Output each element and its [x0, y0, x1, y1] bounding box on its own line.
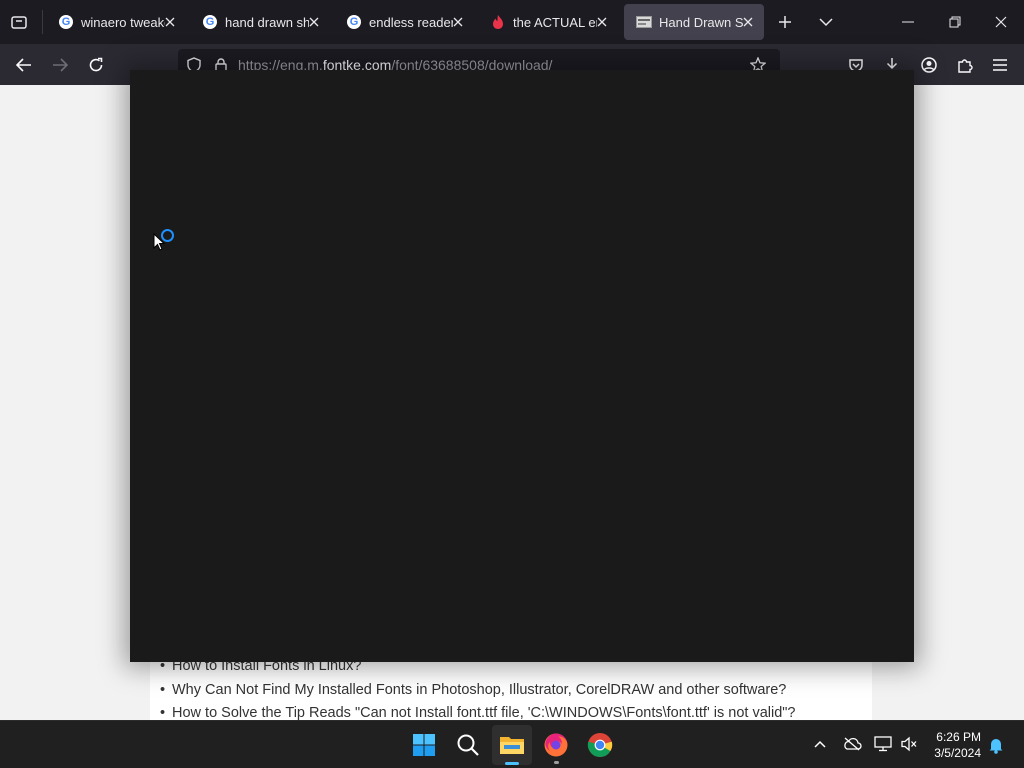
clock-date: 3/5/2024: [934, 746, 981, 760]
taskbar-clock[interactable]: 6:26 PM 3/5/2024: [934, 729, 981, 761]
back-arrow-icon[interactable]: [12, 53, 36, 77]
onedrive-offline-icon[interactable]: [841, 734, 863, 754]
close-icon[interactable]: [162, 14, 178, 30]
tab-title: hand drawn shapes: [225, 14, 309, 30]
running-app-indicator: [554, 761, 559, 764]
tab-hand-drawn-shapes-search[interactable]: G hand drawn shapes: [190, 4, 330, 40]
restore-icon[interactable]: [943, 11, 967, 33]
chrome-icon[interactable]: [580, 725, 620, 765]
busy-spinner-icon: [161, 229, 174, 242]
tab-winaero-tweaker[interactable]: G winaero tweaker: [46, 4, 186, 40]
close-icon[interactable]: [306, 14, 322, 30]
minimize-icon[interactable]: [896, 11, 920, 33]
tab-title: the ACTUAL endless: [513, 14, 597, 30]
clock-time: 6:26 PM: [936, 730, 981, 744]
close-window-icon[interactable]: [989, 11, 1013, 33]
tab-title: endless reader font: [369, 14, 453, 30]
forward-arrow-icon[interactable]: [48, 53, 72, 77]
account-icon[interactable]: [917, 53, 941, 77]
hamburger-menu-icon[interactable]: [988, 53, 1012, 77]
network-icon[interactable]: [872, 734, 894, 754]
file-explorer-icon[interactable]: [492, 725, 532, 765]
tab-strip: G winaero tweaker G hand drawn shapes G …: [0, 0, 1024, 44]
tab-endless-reader-font[interactable]: G endless reader font: [334, 4, 474, 40]
tab-title: Hand Drawn Shapes: [659, 14, 743, 30]
windows-start-icon[interactable]: [404, 725, 444, 765]
extensions-puzzle-icon[interactable]: [953, 53, 977, 77]
notification-bell-icon[interactable]: [986, 735, 1006, 755]
faq-link[interactable]: Why Can Not Find My Installed Fonts in P…: [160, 682, 795, 706]
google-icon: G: [202, 14, 218, 30]
faq-link-list: How to Install Fonts in Linux? Why Can N…: [160, 658, 795, 729]
close-icon[interactable]: [450, 14, 466, 30]
close-icon[interactable]: [594, 14, 610, 30]
page-thumbnail-icon: [636, 14, 652, 30]
loading-overlay-window: [130, 70, 914, 662]
volume-muted-icon[interactable]: [898, 734, 920, 754]
reload-icon[interactable]: [84, 53, 108, 77]
new-tab-icon[interactable]: [774, 11, 796, 33]
taskbar: 6:26 PM 3/5/2024: [0, 720, 1024, 768]
tab-title: winaero tweaker: [81, 14, 165, 30]
list-all-tabs-chevron-icon[interactable]: [815, 11, 837, 33]
close-icon[interactable]: [740, 14, 756, 30]
google-icon: G: [346, 14, 362, 30]
firefox-icon[interactable]: [536, 725, 576, 765]
search-icon[interactable]: [448, 725, 488, 765]
show-hidden-icons-chevron-icon[interactable]: [810, 734, 830, 754]
flame-icon: [490, 14, 506, 30]
active-app-indicator: [505, 762, 519, 765]
tab-divider: [42, 10, 43, 34]
tab-hand-drawn-shapes-active[interactable]: Hand Drawn Shapes: [624, 4, 764, 40]
tab-the-actual-endless[interactable]: the ACTUAL endless: [478, 4, 618, 40]
google-icon: G: [58, 14, 74, 30]
tab-overview-icon[interactable]: [8, 11, 30, 33]
